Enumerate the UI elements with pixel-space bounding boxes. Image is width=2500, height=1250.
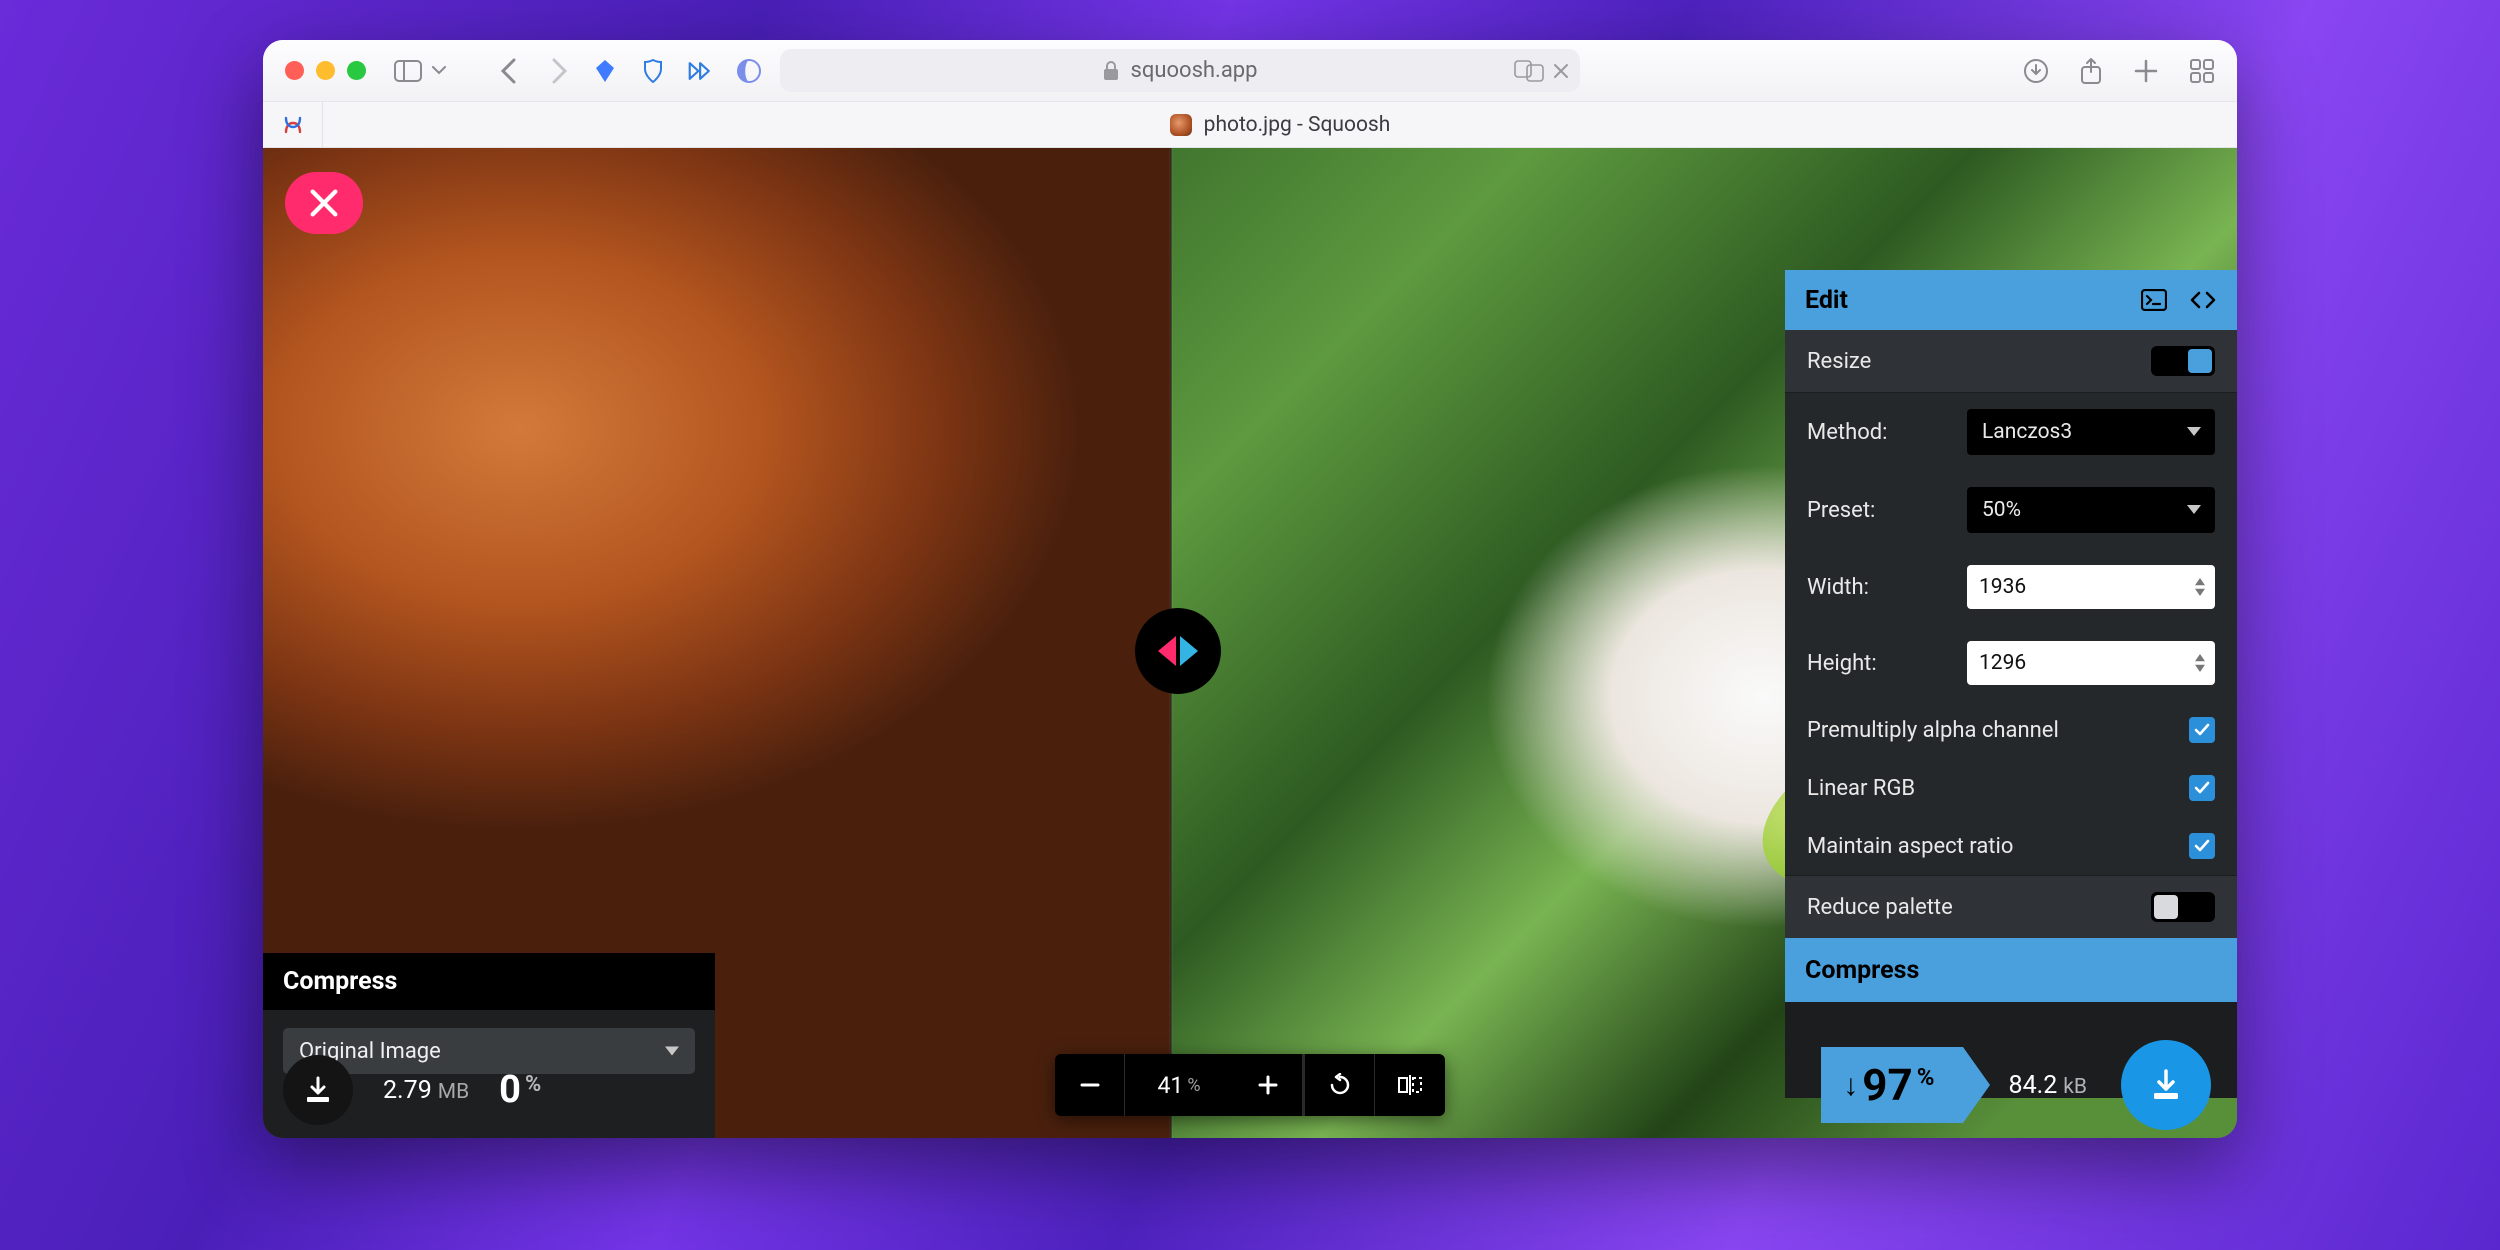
- flip-button[interactable]: [1375, 1054, 1445, 1116]
- aspect-row: Maintain aspect ratio: [1785, 817, 2237, 876]
- left-compress-panel: Compress Original Image 2.79MB 0%: [263, 953, 715, 1138]
- reduction-badge: ↓ 97 %: [1821, 1047, 1962, 1123]
- reduce-palette-row: Reduce palette: [1785, 876, 2237, 938]
- result-size: 84.2kB: [2009, 1071, 2087, 1100]
- width-input[interactable]: [1967, 565, 2215, 609]
- clear-icon[interactable]: [1552, 62, 1570, 80]
- chevron-down-icon[interactable]: [432, 66, 446, 76]
- zoom-out-button[interactable]: [1055, 1054, 1125, 1116]
- preset-row: Preset: 50%: [1785, 471, 2237, 549]
- zoom-controls: 41%: [1055, 1054, 1445, 1116]
- expand-collapse-icon[interactable]: [2189, 289, 2217, 311]
- tab-title: photo.jpg - Squoosh: [1204, 113, 1391, 137]
- new-tab-icon[interactable]: [2133, 57, 2159, 85]
- browser-titlebar: squoosh.app: [263, 40, 2237, 102]
- result-ribbon: ↓ 97 % 84.2kB: [1821, 1032, 2237, 1138]
- cli-icon[interactable]: [2141, 289, 2167, 311]
- downloads-icon[interactable]: [2023, 57, 2049, 85]
- translate-icon[interactable]: [1514, 60, 1544, 82]
- reduce-palette-toggle[interactable]: [2151, 892, 2215, 922]
- sidebar-icon[interactable]: [394, 60, 422, 82]
- active-tab[interactable]: photo.jpg - Squoosh: [323, 102, 2237, 147]
- browser-window: squoosh.app photo.jpg - Squoosh: [263, 40, 2237, 1138]
- height-input[interactable]: [1967, 641, 2215, 685]
- browser-tabstrip: photo.jpg - Squoosh: [263, 102, 2237, 148]
- method-select[interactable]: Lanczos3: [1967, 409, 2215, 455]
- zoom-in-button[interactable]: [1233, 1054, 1303, 1116]
- right-compress-header[interactable]: Compress: [1785, 938, 2237, 1002]
- aspect-label: Maintain aspect ratio: [1807, 834, 2171, 859]
- down-arrow-icon: ↓: [1843, 1068, 1858, 1103]
- resize-label: Resize: [1807, 349, 2133, 374]
- width-row: Width:: [1785, 549, 2237, 625]
- download-original-button[interactable]: [283, 1055, 353, 1125]
- nav-forward-button[interactable]: [550, 58, 568, 84]
- original-reduction: 0%: [499, 1068, 541, 1112]
- left-stats: 2.79MB 0%: [263, 1042, 541, 1138]
- pinned-tab[interactable]: [263, 102, 323, 147]
- edit-panel-header: Edit: [1785, 270, 2237, 330]
- rotate-button[interactable]: [1305, 1054, 1375, 1116]
- window-maximize-button[interactable]: [347, 61, 366, 80]
- download-result-button[interactable]: [2121, 1040, 2211, 1130]
- handle-right-arrow-icon: [1180, 636, 1198, 666]
- linear-rgb-row: Linear RGB: [1785, 759, 2237, 817]
- method-label: Method:: [1807, 420, 1949, 445]
- width-label: Width:: [1807, 575, 1949, 600]
- edit-panel: Edit Resize Method: Lanczos3 Preset: 50%…: [1785, 270, 2237, 1098]
- method-row: Method: Lanczos3: [1785, 393, 2237, 471]
- resize-row: Resize: [1785, 330, 2237, 393]
- preset-select[interactable]: 50%: [1967, 487, 2215, 533]
- lock-icon: [1102, 61, 1120, 81]
- app-content: Compress Original Image 2.79MB 0%: [263, 148, 2237, 1138]
- preset-label: Preset:: [1807, 498, 1949, 523]
- reduce-palette-label: Reduce palette: [1807, 895, 2133, 920]
- extension-fastforward-icon[interactable]: [688, 58, 714, 84]
- linear-rgb-label: Linear RGB: [1807, 776, 2171, 801]
- handle-left-arrow-icon: [1158, 636, 1176, 666]
- extension-diamond-icon[interactable]: [592, 58, 618, 84]
- height-row: Height:: [1785, 625, 2237, 701]
- zoom-value[interactable]: 41%: [1125, 1054, 1233, 1116]
- aspect-checkbox[interactable]: [2189, 833, 2215, 859]
- comparison-handle[interactable]: [1135, 608, 1221, 694]
- share-icon[interactable]: [2079, 57, 2103, 85]
- window-controls: [285, 61, 366, 80]
- address-bar-text: squoosh.app: [1130, 58, 1257, 83]
- premultiply-checkbox[interactable]: [2189, 717, 2215, 743]
- premultiply-row: Premultiply alpha channel: [1785, 701, 2237, 759]
- extension-shield-icon[interactable]: [640, 58, 666, 84]
- sidebar-toggle-group: [394, 60, 446, 82]
- left-panel-title: Compress: [263, 953, 715, 1010]
- close-button[interactable]: [285, 172, 363, 234]
- window-close-button[interactable]: [285, 61, 304, 80]
- linear-rgb-checkbox[interactable]: [2189, 775, 2215, 801]
- address-bar[interactable]: squoosh.app: [780, 49, 1580, 92]
- nav-back-button[interactable]: [500, 58, 518, 84]
- titlebar-right-icons: [2023, 57, 2215, 85]
- edit-panel-title: Edit: [1805, 286, 1848, 315]
- resize-toggle[interactable]: [2151, 346, 2215, 376]
- original-size: 2.79MB: [383, 1076, 469, 1105]
- tab-favicon: [1170, 114, 1192, 136]
- window-minimize-button[interactable]: [316, 61, 335, 80]
- extension-moon-icon[interactable]: [736, 58, 762, 84]
- extension-icons: [592, 58, 762, 84]
- premultiply-label: Premultiply alpha channel: [1807, 718, 2171, 743]
- tab-overview-icon[interactable]: [2189, 57, 2215, 85]
- height-label: Height:: [1807, 651, 1949, 676]
